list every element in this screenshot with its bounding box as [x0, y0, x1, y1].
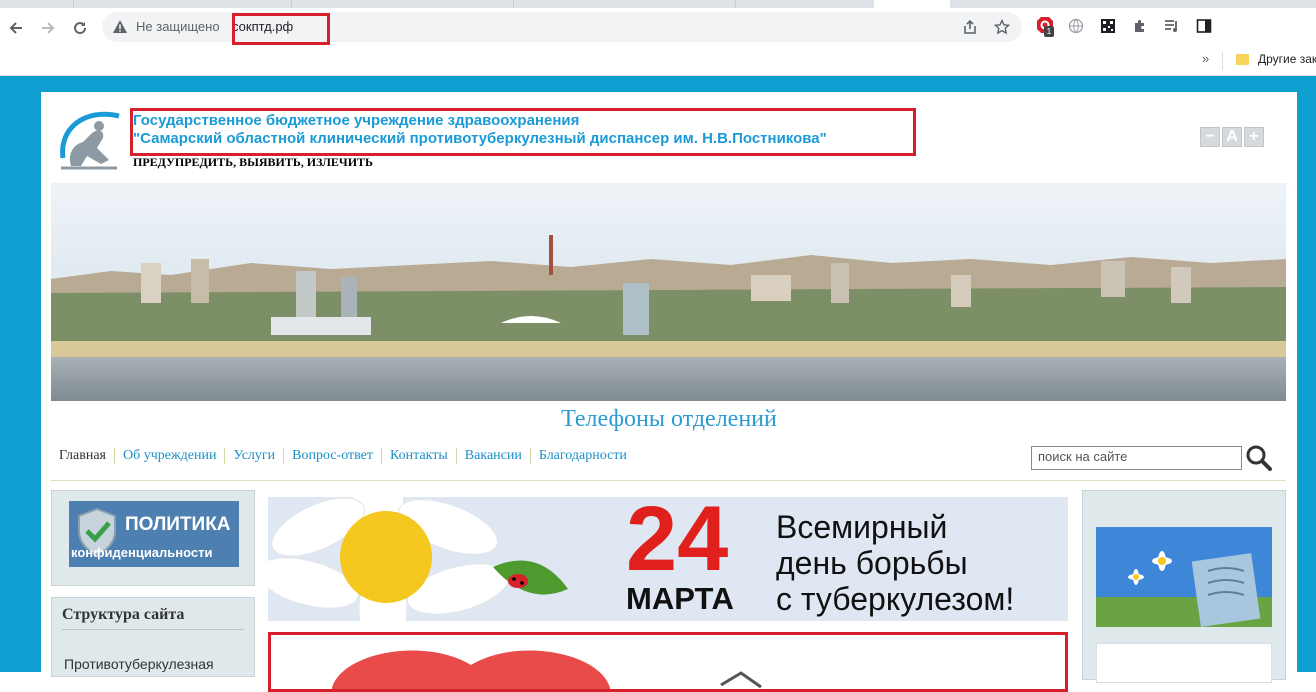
- left-sidebar-privacy-block: ПОЛИТИКА конфиденциальности: [51, 490, 255, 586]
- site-structure-block: Структура сайта Противотуберкулезная: [51, 597, 255, 677]
- menu-item-thanks[interactable]: Благодарности: [529, 448, 635, 464]
- side-panel-icon[interactable]: [1196, 18, 1212, 34]
- browser-toolbar: Не защищено сокптд.рф 1: [0, 8, 1316, 46]
- forward-button[interactable]: [38, 18, 58, 38]
- daisy-xray-image[interactable]: [1096, 527, 1272, 627]
- right-sidebar: [1082, 490, 1286, 683]
- more-bookmarks-chevron-icon[interactable]: »: [1202, 51, 1209, 66]
- privacy-policy-banner[interactable]: ПОЛИТИКА конфиденциальности: [69, 501, 239, 567]
- extensions-puzzle-icon[interactable]: [1132, 18, 1148, 34]
- browser-tab[interactable]: [74, 0, 292, 8]
- bookmark-star-icon[interactable]: [994, 19, 1010, 35]
- motto: ПРЕДУПРЕДИТЬ, ВЫЯВИТЬ, ИЗЛЕЧИТЬ: [133, 155, 373, 169]
- heart-illustration: [331, 650, 762, 689]
- media-control-icon[interactable]: [1164, 18, 1180, 34]
- menu-divider: [51, 480, 1286, 481]
- heading-divider: [62, 629, 244, 630]
- menu-item-about[interactable]: Об учреждении: [114, 448, 224, 464]
- menu-item-services[interactable]: Услуги: [224, 448, 283, 464]
- search-icon[interactable]: [1245, 444, 1273, 472]
- browser-tab[interactable]: [514, 0, 736, 8]
- active-browser-tab[interactable]: [874, 0, 950, 8]
- date-number: 24: [626, 497, 729, 590]
- tb-day-banner[interactable]: 24 МАРТА Всемирный день борьбы с туберку…: [268, 497, 1068, 621]
- city-panorama-banner: [51, 183, 1286, 401]
- main-menu: Главная Об учреждении Услуги Вопрос-отве…: [59, 448, 635, 464]
- other-bookmarks-folder[interactable]: Другие зак: [1258, 52, 1316, 66]
- banner-line2: день борьбы: [776, 545, 968, 581]
- title-highlight-box: [130, 108, 916, 156]
- warning-icon: [113, 20, 127, 33]
- menu-item-contacts[interactable]: Контакты: [381, 448, 456, 464]
- privacy-subtitle: конфиденциальности: [71, 545, 213, 560]
- qr-code-icon[interactable]: [1100, 18, 1116, 34]
- reload-icon: [74, 22, 87, 35]
- menu-item-vacancies[interactable]: Вакансии: [455, 448, 530, 464]
- globe-icon[interactable]: [1068, 18, 1084, 34]
- site-search-input[interactable]: поиск на сайте: [1031, 446, 1242, 470]
- site-structure-heading: Структура сайта: [62, 606, 185, 623]
- right-sidebar-document-thumbnail[interactable]: [1096, 643, 1272, 683]
- browser-tab[interactable]: [0, 0, 74, 8]
- clinic-logo[interactable]: [57, 108, 127, 174]
- folder-icon: [1236, 54, 1249, 65]
- back-arrow-icon: [9, 22, 22, 34]
- browser-tab[interactable]: [292, 0, 514, 8]
- banner-line3: с туберкулезом!: [776, 581, 1015, 617]
- extension-badge: 1: [1044, 26, 1054, 37]
- font-size-controls: − A +: [1200, 127, 1264, 147]
- font-increase-button[interactable]: +: [1244, 127, 1264, 147]
- site-container: Государственное бюджетное учреждение здр…: [41, 92, 1297, 692]
- date-month: МАРТА: [626, 581, 734, 616]
- menu-item-faq[interactable]: Вопрос-ответ: [283, 448, 381, 464]
- share-icon[interactable]: [962, 19, 978, 35]
- security-label[interactable]: Не защищено: [136, 19, 220, 34]
- forward-arrow-icon: [42, 22, 55, 34]
- bookmarks-divider: [1222, 52, 1223, 70]
- menu-item-home[interactable]: Главная: [59, 448, 114, 464]
- bookmarks-bar: » Другие зак: [0, 46, 1316, 76]
- tab-strip: [0, 0, 1316, 8]
- url-highlight-box: [232, 13, 330, 45]
- website-viewport: Государственное бюджетное учреждение здр…: [0, 76, 1316, 692]
- phones-link[interactable]: Телефоны отделений: [41, 406, 1297, 433]
- secondary-banner-highlighted[interactable]: [268, 632, 1068, 692]
- privacy-title: ПОЛИТИКА: [125, 514, 231, 535]
- banner-line1: Всемирный: [776, 509, 948, 545]
- back-button[interactable]: [6, 18, 26, 38]
- reload-button[interactable]: [70, 18, 90, 38]
- font-decrease-button[interactable]: −: [1200, 127, 1220, 147]
- adblock-extension-button[interactable]: 1: [1036, 16, 1054, 37]
- structure-item[interactable]: Противотуберкулезная: [64, 656, 214, 672]
- font-reset-button[interactable]: A: [1222, 127, 1242, 147]
